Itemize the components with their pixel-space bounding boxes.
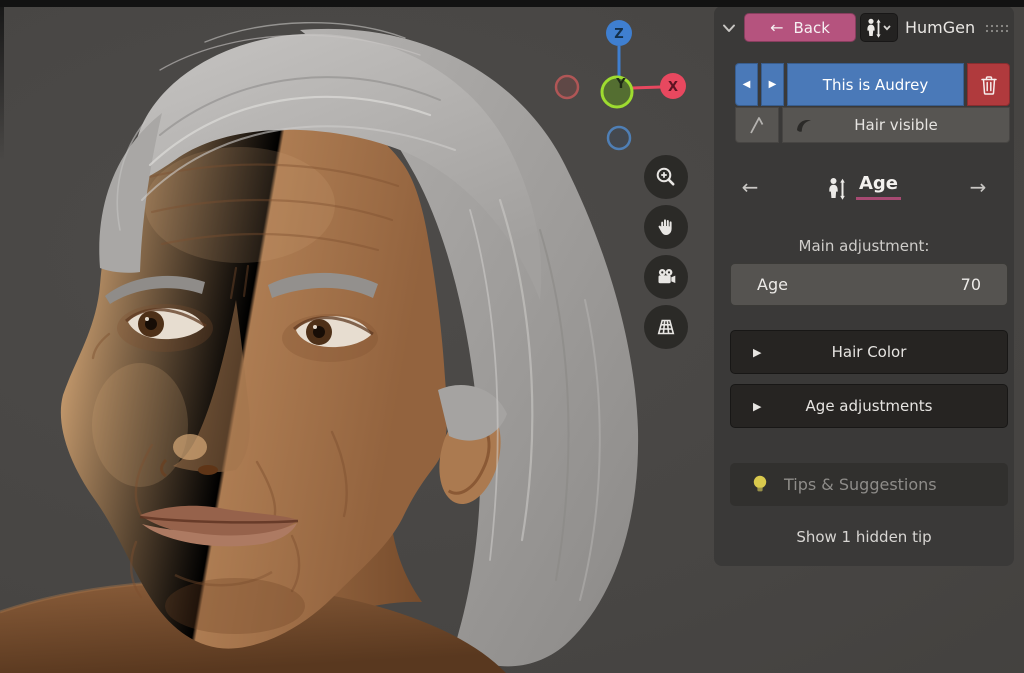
axis-z-ball[interactable]: Z (606, 20, 632, 46)
grip-dots-icon[interactable] (985, 23, 1009, 34)
age-adjustments-section-button[interactable]: ▶ Age adjustments (730, 384, 1008, 428)
delete-human-button[interactable] (967, 63, 1010, 106)
preset-row: ◀ ▶ This is Audrey (735, 63, 1010, 106)
camera-tool-button[interactable] (644, 255, 688, 299)
expand-arrow-icon: ▶ (753, 400, 761, 413)
zoom-tool-button[interactable] (644, 155, 688, 199)
tips-suggestions-label: Tips & Suggestions (784, 475, 937, 494)
window-left-border (0, 0, 4, 160)
section-navigation: ← Age → (728, 169, 1000, 205)
pan-tool-button[interactable] (644, 205, 688, 249)
hair-color-section-button[interactable]: ▶ Hair Color (730, 330, 1008, 374)
section-title: Age (856, 173, 901, 200)
main-adjustment-heading: Main adjustment: (714, 237, 1014, 255)
current-section: Age (827, 173, 901, 201)
person-updown-icon (865, 17, 893, 39)
hair-curl-icon (794, 116, 816, 136)
hair-visible-toggle[interactable]: Hair visible (782, 107, 1010, 143)
age-slider-label: Age (757, 275, 788, 294)
prev-triangle-icon: ◀ (743, 79, 751, 90)
lightbulb-icon (750, 474, 770, 495)
hair-visible-label: Hair visible (854, 116, 938, 134)
back-arrow-icon: ← (770, 20, 783, 36)
body-type-dropdown[interactable] (860, 13, 898, 42)
age-slider-value: 70 (961, 275, 981, 294)
zoom-in-icon (654, 165, 678, 189)
axis-x-ball[interactable]: X (660, 73, 686, 99)
svg-text:Z: Z (614, 27, 623, 42)
back-button[interactable]: ← Back (744, 13, 856, 42)
blender-window: Z X Y (0, 0, 1024, 673)
previous-preset-button[interactable]: ◀ (735, 63, 758, 106)
humgen-panel: ← Back HumGen (714, 6, 1014, 566)
grid-ortho-icon (654, 315, 678, 339)
back-button-label: Back (793, 19, 829, 37)
grid-tool-button[interactable] (644, 305, 688, 349)
panel-title: HumGen (905, 13, 975, 42)
window-top-border (0, 0, 1024, 7)
tips-suggestions-bar[interactable]: Tips & Suggestions (730, 463, 1008, 506)
svg-text:Y: Y (615, 77, 626, 92)
expand-arrow-icon: ▶ (753, 346, 761, 359)
show-hidden-tip-link[interactable]: Show 1 hidden tip (714, 528, 1014, 546)
hair-color-section-label: Hair Color (731, 343, 1007, 361)
pan-hand-icon (654, 215, 678, 239)
hair-visibility-row: Hair visible (735, 107, 1010, 143)
hair-select-toggle[interactable] (735, 107, 779, 143)
trash-icon (979, 74, 999, 96)
axis-y-ball[interactable]: Y (602, 77, 632, 107)
camera-view-icon (654, 265, 678, 289)
svg-text:X: X (668, 80, 678, 95)
chevron-down-icon[interactable] (720, 19, 738, 37)
next-section-button[interactable]: → (956, 169, 1000, 205)
axis-z-negative-ball[interactable] (608, 127, 630, 149)
next-preset-button[interactable]: ▶ (761, 63, 784, 106)
next-triangle-icon: ▶ (769, 79, 777, 90)
panel-header: ← Back HumGen (714, 13, 1014, 43)
axis-x-negative-ball[interactable] (556, 76, 578, 98)
view-axis-gizmo[interactable]: Z X Y (540, 10, 700, 160)
previous-section-button[interactable]: ← (728, 169, 772, 205)
age-adjustments-section-label: Age adjustments (731, 397, 1007, 415)
select-arrow-icon (746, 114, 768, 136)
person-updown-icon (827, 176, 847, 201)
age-slider[interactable]: Age 70 (730, 263, 1008, 306)
preset-name-button[interactable]: This is Audrey (787, 63, 964, 106)
